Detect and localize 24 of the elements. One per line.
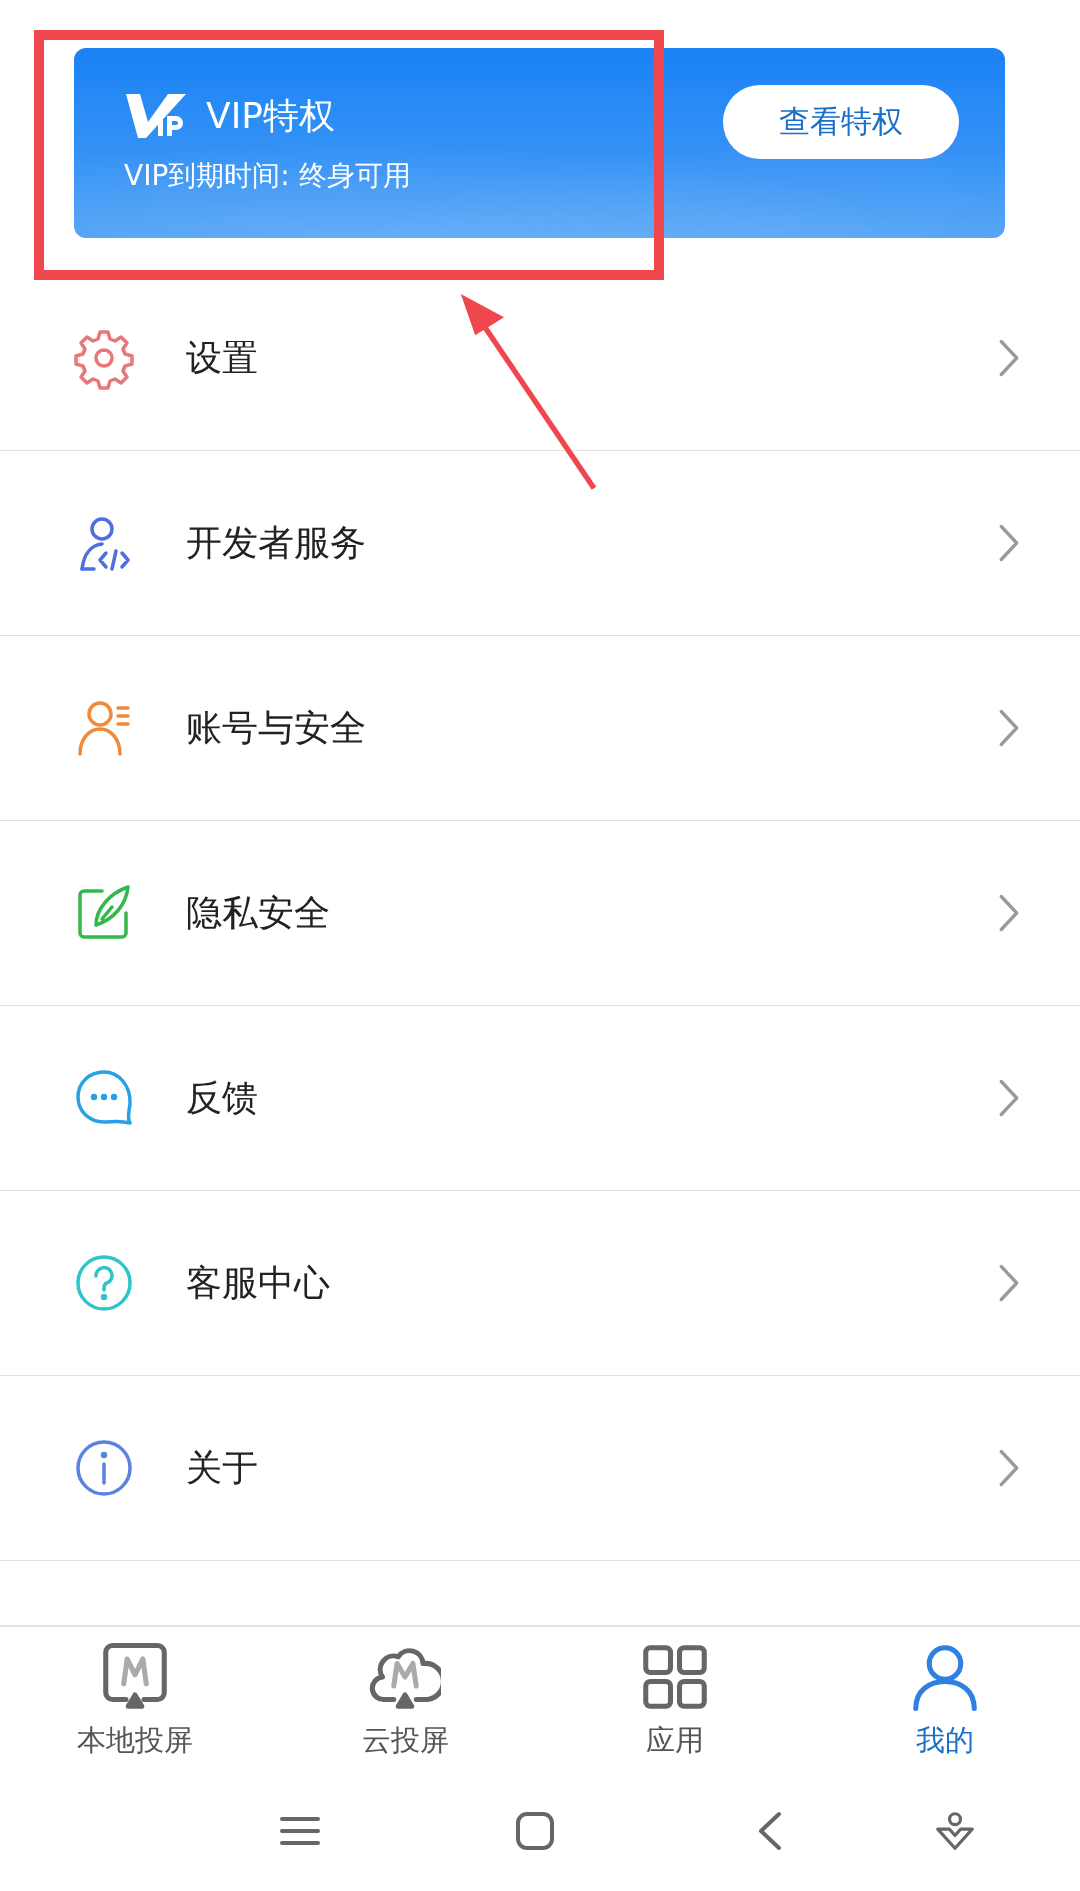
chevron-right-icon <box>998 893 1020 933</box>
chevron-right-icon <box>998 338 1020 378</box>
tab[interactable]: 云投屏 <box>305 1641 505 1761</box>
chevron-right-icon <box>998 1448 1020 1488</box>
menu-item[interactable]: 客服中心 <box>0 1191 1080 1376</box>
home-square-icon[interactable] <box>515 1811 555 1851</box>
chevron-right-icon <box>998 523 1020 563</box>
chevron-right-icon <box>998 1078 1020 1118</box>
vip-title: VIP特权 <box>206 93 335 138</box>
menu-item[interactable]: 关于 <box>0 1376 1080 1561</box>
menu-item[interactable]: 账号与安全 <box>0 636 1080 821</box>
vip-logo-icon <box>124 92 188 140</box>
menu-item[interactable]: 开发者服务 <box>0 451 1080 636</box>
tab[interactable]: 本地投屏 <box>35 1641 235 1761</box>
menu-item[interactable]: 隐私安全 <box>0 821 1080 1006</box>
vip-expiry-text: VIP到期时间: 终身可用 <box>124 157 411 194</box>
chevron-right-icon <box>998 708 1020 748</box>
view-privileges-button[interactable]: 查看特权 <box>723 85 959 159</box>
assistant-icon[interactable] <box>935 1811 975 1851</box>
tab[interactable]: 我的 <box>845 1641 1045 1761</box>
menu-item[interactable]: 设置 <box>0 266 1080 451</box>
tab[interactable]: 应用 <box>575 1641 775 1761</box>
menu-item[interactable]: 反馈 <box>0 1006 1080 1191</box>
chevron-right-icon <box>998 1263 1020 1303</box>
